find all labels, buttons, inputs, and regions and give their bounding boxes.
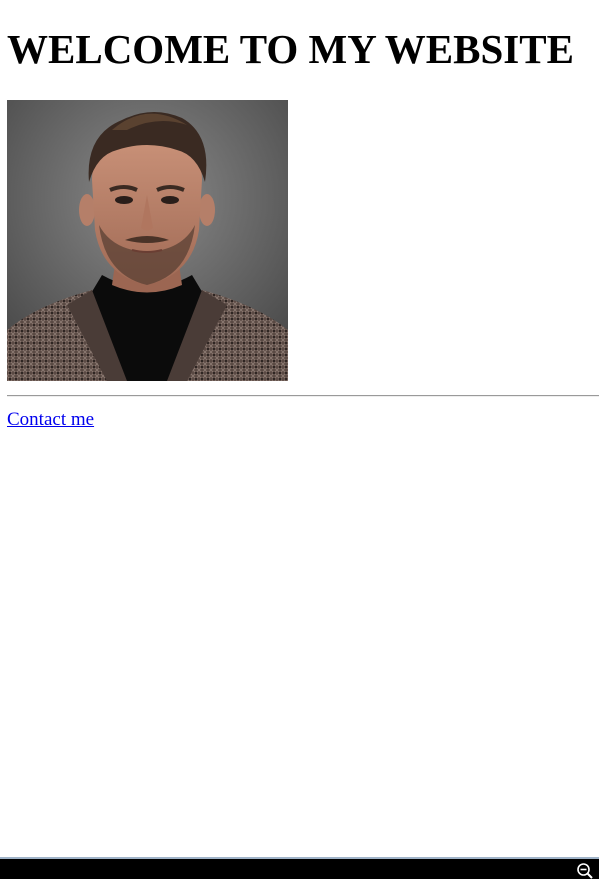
bottom-status-bar (0, 857, 599, 879)
contact-link[interactable]: Contact me (7, 408, 94, 432)
portrait-image (7, 100, 288, 381)
horizontal-divider (7, 395, 599, 397)
page-title: WELCOME TO MY WEBSITE (7, 26, 574, 72)
zoom-out-icon[interactable] (576, 862, 594, 879)
